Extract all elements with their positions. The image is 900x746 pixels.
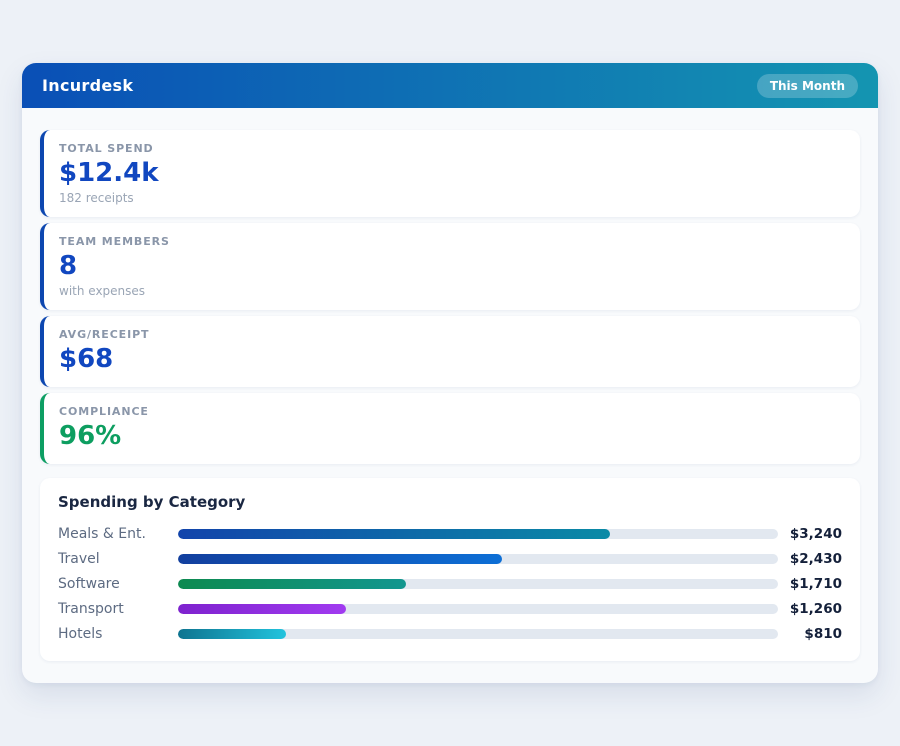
stat-label: AVG/RECEIPT <box>59 328 842 341</box>
category-row: Transport $1,260 <box>58 597 842 622</box>
category-value: $1,710 <box>778 576 842 592</box>
category-label: Meals & Ent. <box>58 526 178 542</box>
stat-card: TEAM MEMBERS 8 with expenses <box>40 223 860 310</box>
app-title: Incurdesk <box>42 76 133 95</box>
chart-title: Spending by Category <box>58 493 842 511</box>
stat-label: TEAM MEMBERS <box>59 235 842 248</box>
bar-fill <box>178 579 406 589</box>
stat-card: TOTAL SPEND $12.4k 182 receipts <box>40 130 860 217</box>
category-row: Meals & Ent. $3,240 <box>58 522 842 547</box>
category-label: Hotels <box>58 626 178 642</box>
category-row: Hotels $810 <box>58 622 842 647</box>
category-value: $2,430 <box>778 551 842 567</box>
bar-fill <box>178 529 610 539</box>
bar-fill <box>178 554 502 564</box>
category-row: Travel $2,430 <box>58 547 842 572</box>
bar-track <box>178 579 778 589</box>
category-row: Software $1,710 <box>58 572 842 597</box>
stat-label: TOTAL SPEND <box>59 142 842 155</box>
bar-track <box>178 554 778 564</box>
category-label: Travel <box>58 551 178 567</box>
category-value: $810 <box>778 626 842 642</box>
dashboard-panel: Incurdesk This Month TOTAL SPEND $12.4k … <box>22 63 878 683</box>
spending-chart-card: Spending by Category Meals & Ent. $3,240… <box>40 478 860 661</box>
panel-content: TOTAL SPEND $12.4k 182 receipts TEAM MEM… <box>22 108 878 683</box>
app-header: Incurdesk This Month <box>22 63 878 108</box>
stat-subtext: 182 receipts <box>59 191 842 205</box>
stat-subtext: with expenses <box>59 284 842 298</box>
category-value: $3,240 <box>778 526 842 542</box>
stat-card: COMPLIANCE 96% <box>40 393 860 464</box>
stat-value: $12.4k <box>59 159 842 189</box>
bar-track <box>178 604 778 614</box>
bar-track <box>178 629 778 639</box>
bar-fill <box>178 604 346 614</box>
category-value: $1,260 <box>778 601 842 617</box>
stat-label: COMPLIANCE <box>59 405 842 418</box>
stat-value: $68 <box>59 345 842 375</box>
stat-value: 96% <box>59 422 842 452</box>
category-label: Software <box>58 576 178 592</box>
stat-card: AVG/RECEIPT $68 <box>40 316 860 387</box>
bar-fill <box>178 629 286 639</box>
bar-track <box>178 529 778 539</box>
period-badge[interactable]: This Month <box>757 74 858 98</box>
stat-value: 8 <box>59 252 842 282</box>
category-label: Transport <box>58 601 178 617</box>
